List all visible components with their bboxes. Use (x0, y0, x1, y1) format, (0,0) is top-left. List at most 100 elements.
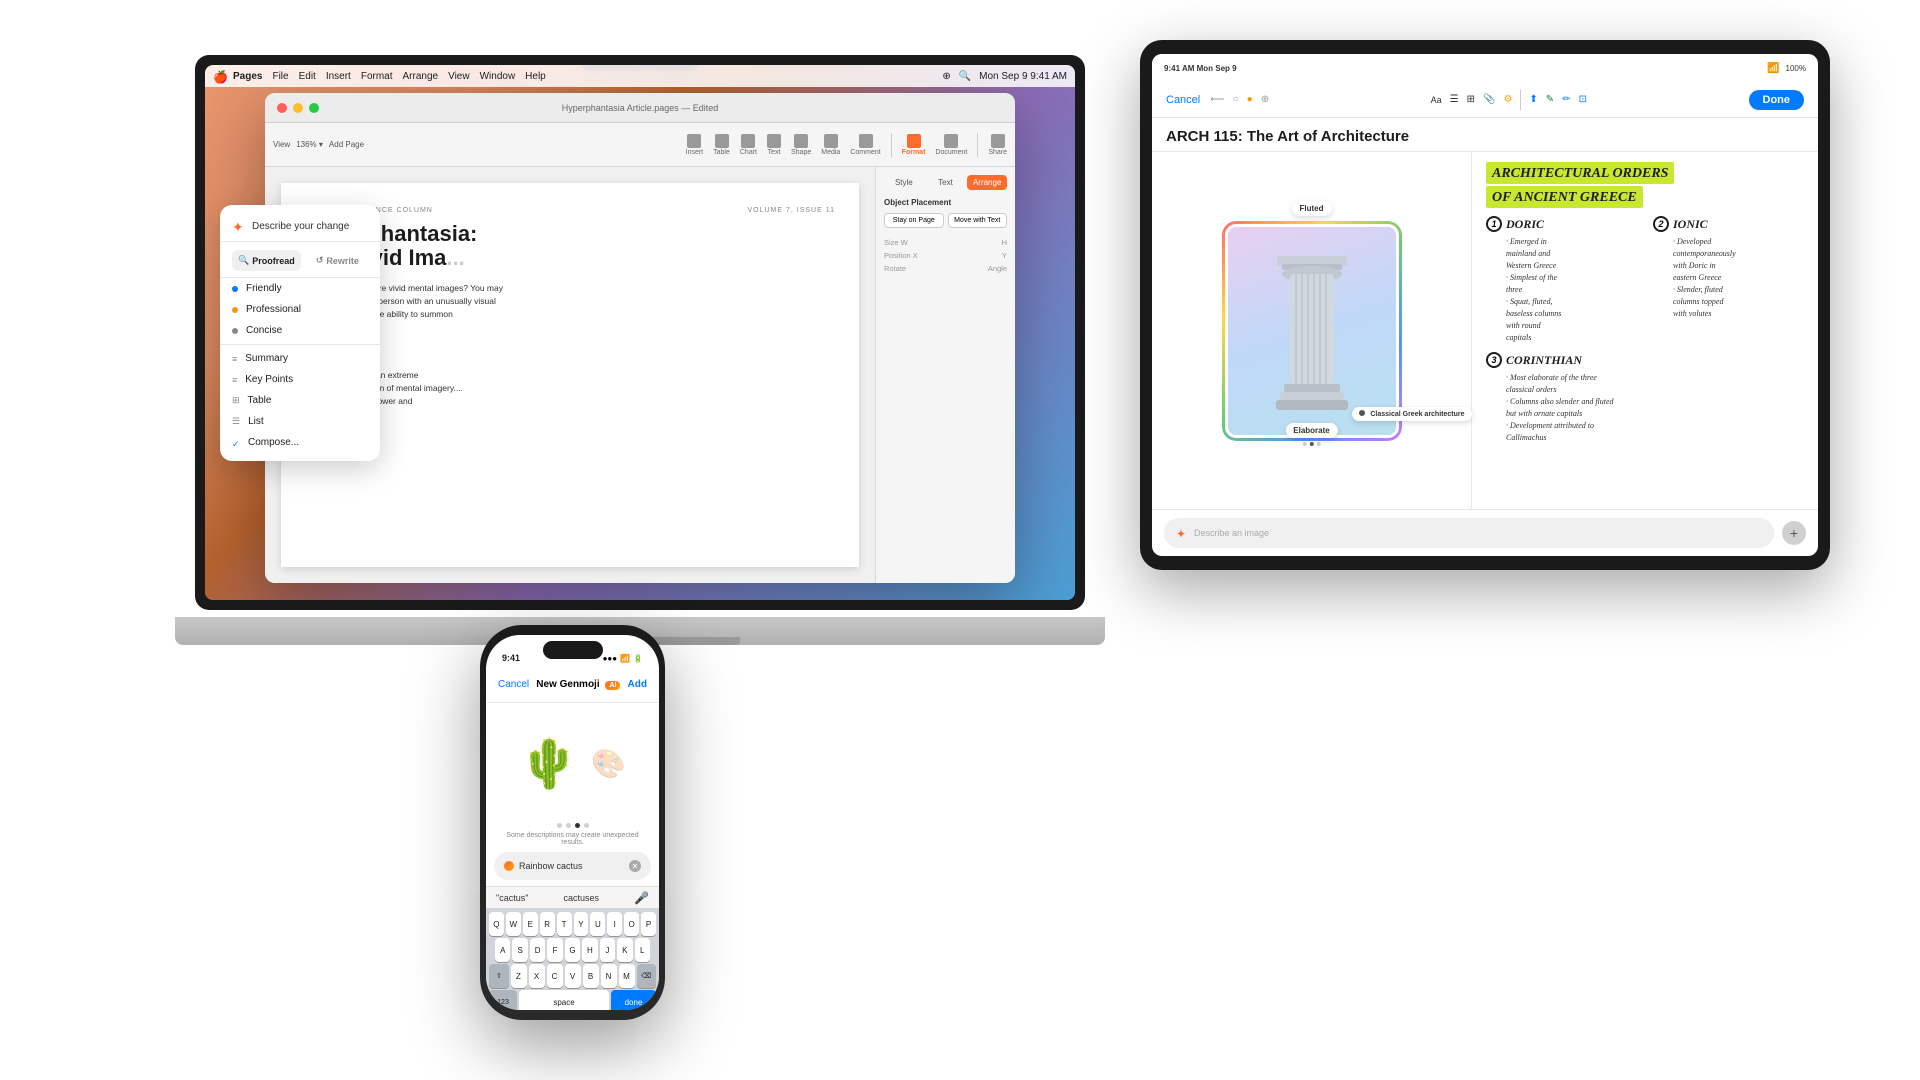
key-g[interactable]: G (565, 938, 580, 962)
menu-arrange[interactable]: Arrange (403, 71, 439, 82)
wt-item-compose[interactable]: ✓ Compose... (220, 432, 380, 453)
ipad-tool-table[interactable]: ⊞ (1467, 94, 1475, 105)
genmoji-add-button[interactable]: Add (628, 679, 647, 690)
menu-pages[interactable]: Pages (233, 71, 262, 82)
key-o[interactable]: O (624, 912, 639, 936)
toolbar-view[interactable]: View (273, 140, 290, 149)
genmoji-cancel-button[interactable]: Cancel (498, 679, 529, 690)
menu-window[interactable]: Window (480, 71, 516, 82)
ionic-bullets: · Developedcontemporaneouslywith Doric i… (1673, 236, 1804, 320)
maximize-button[interactable] (309, 103, 319, 113)
toolbar-zoom[interactable]: 136% ▾ (296, 140, 323, 149)
key-v[interactable]: V (565, 964, 581, 988)
ipad-tool-2[interactable]: ○ (1233, 94, 1239, 105)
toolbar-shape[interactable]: Shape (791, 149, 811, 156)
key-123[interactable]: 123 (489, 990, 517, 1010)
menu-view[interactable]: View (448, 71, 470, 82)
describe-add-button[interactable]: + (1782, 521, 1806, 545)
ipad-tool-extra[interactable]: ⊡ (1579, 94, 1587, 105)
toolbar-add-page[interactable]: Add Page (329, 140, 364, 149)
suggestion-2[interactable]: cactuses (544, 893, 618, 903)
menu-file[interactable]: File (272, 71, 288, 82)
doric-number: 1 (1486, 216, 1502, 232)
toolbar-document[interactable]: Document (935, 149, 967, 156)
genmoji-title-area: New Genmoji AI (529, 679, 627, 690)
key-t[interactable]: T (557, 912, 572, 936)
mic-icon[interactable]: 🎤 (634, 891, 649, 905)
key-p[interactable]: P (641, 912, 656, 936)
key-s[interactable]: S (512, 938, 527, 962)
toolbar-comment[interactable]: Comment (850, 149, 880, 156)
wt-tab-rewrite[interactable]: ↺ Rewrite (307, 250, 368, 271)
key-z[interactable]: Z (511, 964, 527, 988)
key-l[interactable]: L (635, 938, 650, 962)
menu-edit[interactable]: Edit (299, 71, 316, 82)
menu-help[interactable]: Help (525, 71, 546, 82)
key-shift[interactable]: ⇧ (489, 964, 509, 988)
ipad-tool-text[interactable]: Aa (1431, 95, 1442, 105)
wt-item-summary[interactable]: ≡ Summary (220, 348, 380, 369)
key-y[interactable]: Y (574, 912, 589, 936)
menubar-search[interactable]: 🔍 (959, 71, 971, 82)
toolbar-chart[interactable]: Chart (740, 149, 757, 156)
toolbar-format[interactable]: Format (902, 149, 926, 156)
wt-item-friendly[interactable]: Friendly (220, 278, 380, 299)
toolbar-media[interactable]: Media (821, 149, 840, 156)
wt-item-table[interactable]: ⊞ Table (220, 390, 380, 411)
key-j[interactable]: J (600, 938, 615, 962)
key-c[interactable]: C (547, 964, 563, 988)
ipad-tool-more[interactable]: ✎ (1546, 94, 1554, 105)
key-k[interactable]: K (617, 938, 632, 962)
wt-item-keypoints[interactable]: ≡ Key Points (220, 369, 380, 390)
ipad-cancel-button[interactable]: Cancel (1166, 94, 1200, 106)
wt-item-concise[interactable]: Concise (220, 320, 380, 341)
wt-item-professional[interactable]: Professional (220, 299, 380, 320)
minimize-button[interactable] (293, 103, 303, 113)
key-d[interactable]: D (530, 938, 545, 962)
key-delete[interactable]: ⌫ (637, 964, 657, 988)
ipad-tool-star[interactable]: ⚙ (1503, 94, 1512, 105)
wt-item-list[interactable]: ☰ List (220, 411, 380, 432)
tab-text[interactable]: Text (926, 175, 966, 190)
wt-tab-proofread[interactable]: 🔍 Proofread (232, 250, 301, 271)
key-n[interactable]: N (601, 964, 617, 988)
ipad-tool-1[interactable]: ⟵ (1210, 94, 1224, 105)
key-f[interactable]: F (547, 938, 562, 962)
toolbar-text[interactable]: Text (768, 149, 781, 156)
ipad-tool-lasso[interactable]: ⊕ (1261, 94, 1269, 105)
key-i[interactable]: I (607, 912, 622, 936)
key-r[interactable]: R (540, 912, 555, 936)
key-h[interactable]: H (582, 938, 597, 962)
tab-style[interactable]: Style (884, 175, 924, 190)
key-x[interactable]: X (529, 964, 545, 988)
ipad-tool-list[interactable]: ☰ (1450, 94, 1459, 105)
ipad-tool-share[interactable]: ⬆ (1529, 94, 1537, 105)
key-u[interactable]: U (590, 912, 605, 936)
tab-arrange[interactable]: Arrange (967, 175, 1007, 190)
ipad-tool-3[interactable]: ● (1247, 94, 1253, 105)
key-done[interactable]: done (611, 990, 656, 1010)
menu-insert[interactable]: Insert (326, 71, 351, 82)
ipad-tool-clip[interactable]: 📎 (1483, 94, 1495, 105)
toolbar-table[interactable]: Table (713, 149, 730, 156)
key-w[interactable]: W (506, 912, 521, 936)
close-button[interactable] (277, 103, 287, 113)
toolbar-insert[interactable]: Insert (686, 149, 704, 156)
key-e[interactable]: E (523, 912, 538, 936)
move-with-text-button[interactable]: Move with Text (948, 213, 1008, 228)
stay-on-page-button[interactable]: Stay on Page (884, 213, 944, 228)
key-a[interactable]: A (495, 938, 510, 962)
key-b[interactable]: B (583, 964, 599, 988)
ipad-done-button[interactable]: Done (1749, 90, 1805, 110)
suggestion-1[interactable]: "cactus" (496, 893, 528, 903)
key-space[interactable]: space (519, 990, 609, 1010)
key-q[interactable]: Q (489, 912, 504, 936)
toolbar-share[interactable]: Share (988, 149, 1007, 156)
genmoji-clear-button[interactable]: ✕ (629, 860, 641, 872)
genmoji-input-field[interactable]: Rainbow cactus ✕ (494, 852, 651, 880)
key-m[interactable]: M (619, 964, 635, 988)
apple-icon[interactable]: 🍎 (213, 70, 225, 82)
menu-format[interactable]: Format (361, 71, 393, 82)
ipad-tool-pencil[interactable]: ✏ (1562, 94, 1570, 105)
describe-input[interactable]: ✦ Describe an image (1164, 518, 1774, 548)
